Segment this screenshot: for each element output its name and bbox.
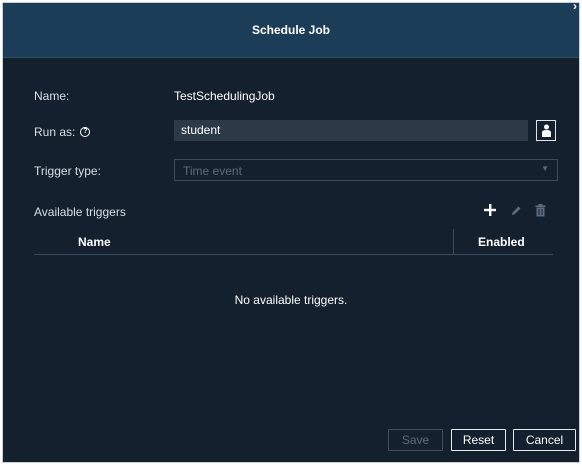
plus-icon[interactable] xyxy=(484,204,496,216)
reset-button[interactable]: Reset xyxy=(451,429,506,451)
triggers-table-header: Name Enabled xyxy=(34,229,553,255)
empty-triggers-message: No available triggers. xyxy=(234,293,348,307)
trigger-type-value: Time event xyxy=(183,164,242,178)
trigger-type-select[interactable]: Time event ▼ xyxy=(174,159,558,181)
name-value: TestSchedulingJob xyxy=(174,89,275,103)
pencil-icon xyxy=(512,206,521,215)
runas-label: Run as:? xyxy=(34,125,91,139)
dialog-title: Schedule Job xyxy=(251,23,331,37)
cancel-button[interactable]: Cancel xyxy=(513,429,576,451)
help-icon[interactable]: ? xyxy=(80,126,91,137)
user-icon xyxy=(542,124,551,137)
runas-input[interactable]: student xyxy=(174,120,528,141)
save-button[interactable]: Save xyxy=(388,429,443,451)
name-label: Name: xyxy=(34,89,70,103)
available-triggers-label: Available triggers xyxy=(34,205,126,219)
dialog-title-bar: Schedule Job › xyxy=(3,3,579,58)
chevron-down-icon: ▼ xyxy=(541,164,549,173)
column-header-enabled[interactable]: Enabled xyxy=(478,235,525,249)
column-header-name[interactable]: Name xyxy=(78,235,111,249)
column-divider xyxy=(453,229,454,255)
user-picker-button[interactable] xyxy=(536,120,556,141)
chevron-right-icon[interactable]: › xyxy=(573,3,577,12)
trigger-type-label: Trigger type: xyxy=(34,164,101,178)
runas-label-text: Run as: xyxy=(34,125,76,139)
schedule-job-dialog: Schedule Job › Name: TestSchedulingJob R… xyxy=(2,2,580,463)
trash-icon xyxy=(535,204,546,217)
